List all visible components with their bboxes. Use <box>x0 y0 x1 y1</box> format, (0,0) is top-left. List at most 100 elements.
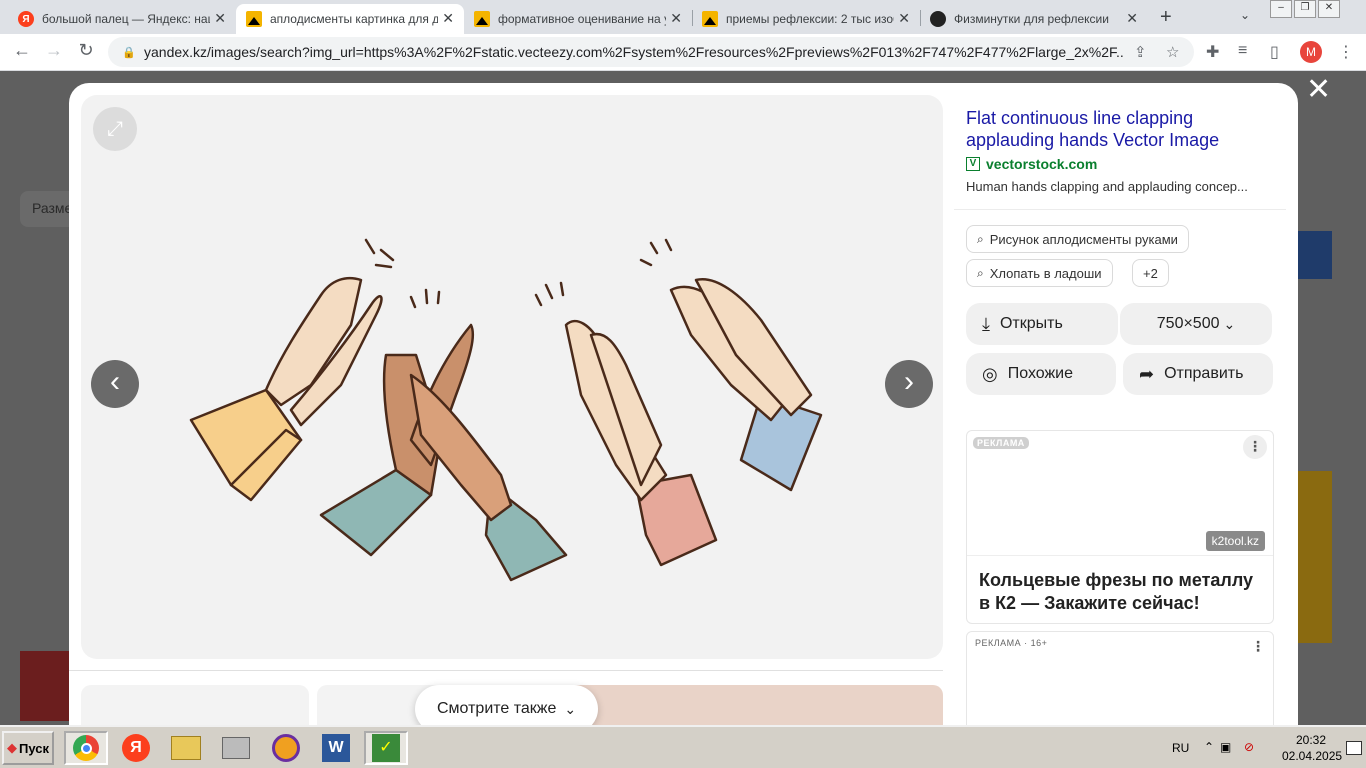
show-hidden-icons-icon[interactable]: ⌃ <box>1204 740 1214 754</box>
clapping-hands-image <box>189 238 823 582</box>
tab-4[interactable]: приемы рефлексии: 2 тыс изобр ✕ <box>692 4 920 34</box>
chrome-icon <box>73 735 99 761</box>
see-also-button[interactable]: Смотрите также ⌄ <box>415 685 599 725</box>
previous-image-button[interactable]: ‹ <box>91 360 139 408</box>
file-explorer-taskbar-button[interactable] <box>164 731 208 765</box>
search-icon: ⌕ <box>977 231 984 246</box>
divider <box>69 670 943 671</box>
background-thumbnail[interactable] <box>1298 471 1332 643</box>
close-tab-icon[interactable]: ✕ <box>898 10 910 27</box>
image-icon <box>702 11 718 27</box>
tab-search-icon[interactable]: ⌄ <box>1240 8 1250 22</box>
fullscreen-icon[interactable]: ⤢ <box>93 107 137 151</box>
background-thumbnail[interactable] <box>20 651 70 721</box>
tab-title: большой палец — Яндекс: нашё <box>42 12 210 26</box>
open-label: Открыть <box>999 315 1063 332</box>
source-site-link[interactable]: V vectorstock.com <box>966 156 1097 172</box>
ad-brand-badge[interactable]: k2tool.kz <box>1205 531 1265 551</box>
clock[interactable]: 20:32 02.04.2025 <box>1282 732 1342 764</box>
windows-taskbar: ◆ Пуск Я W ✓ RU ⌃ ▣ ⊘ 20:32 02.04.2025 <box>0 725 1366 768</box>
next-image-button[interactable]: › <box>885 360 933 408</box>
tab-3[interactable]: формативное оценивание на ур ✕ <box>464 4 692 34</box>
download-icon: ⤓ <box>982 313 990 334</box>
ad-headline[interactable]: Кольцевые фрезы по металлу в К2 — Закажи… <box>979 569 1263 615</box>
vectorstock-icon: V <box>966 157 980 171</box>
close-tab-icon[interactable]: ✕ <box>214 10 226 27</box>
chip-label: Рисунок аплодисменты руками <box>989 231 1178 247</box>
reading-list-icon[interactable]: ≡ <box>1238 42 1247 60</box>
menu-kebab-icon[interactable]: ⋮ <box>1338 42 1354 62</box>
openai-icon <box>930 11 946 27</box>
tab-5[interactable]: Физминутки для рефлексии ✕ <box>920 4 1148 34</box>
chrome-taskbar-button[interactable] <box>64 731 108 765</box>
share-page-icon[interactable]: ⇪ <box>1134 43 1147 61</box>
chip-label: +2 <box>1143 265 1158 281</box>
share-button[interactable]: ➦ Отправить <box>1123 353 1273 395</box>
share-label: Отправить <box>1164 365 1244 382</box>
side-panel-icon[interactable]: ▯ <box>1270 42 1279 62</box>
see-also-label: Смотрите также <box>437 700 557 717</box>
close-tab-icon[interactable]: ✕ <box>442 10 454 27</box>
ad-menu-icon[interactable]: ⋮ <box>1243 435 1267 459</box>
extensions-icon[interactable]: ✚ <box>1206 42 1219 62</box>
tab-strip: Я большой палец — Яндекс: нашё ✕ аплодис… <box>0 0 1366 34</box>
size-select-button[interactable]: 750×500 ⌄ <box>1120 303 1272 345</box>
tab-1[interactable]: Я большой палец — Яндекс: нашё ✕ <box>8 4 236 34</box>
ad-menu-icon[interactable]: ⋮ <box>1251 638 1265 655</box>
yandex-icon: Я <box>18 11 34 27</box>
printer-taskbar-button[interactable] <box>214 731 258 765</box>
similar-button[interactable]: ◎ Похожие <box>966 353 1116 395</box>
related-query-chip[interactable]: ⌕ Рисунок аплодисменты руками <box>966 225 1189 253</box>
start-button[interactable]: ◆ Пуск <box>2 731 54 765</box>
chip-label: Хлопать в ладоши <box>989 265 1102 281</box>
open-button[interactable]: ⤓ Открыть <box>966 303 1118 345</box>
windows-logo-icon: ◆ <box>7 740 17 755</box>
close-viewer-icon[interactable]: ✕ <box>1306 75 1331 105</box>
ad-label: РЕКЛАМА · 16+ <box>975 638 1048 648</box>
ad-card[interactable]: РЕКЛАМА · 16+ ⋮ <box>966 631 1274 725</box>
app-taskbar-button[interactable]: ✓ <box>364 731 408 765</box>
source-title-link[interactable]: Flat continuous line clapping applauding… <box>966 107 1266 151</box>
background-thumbnail[interactable] <box>1298 231 1332 279</box>
word-taskbar-button[interactable]: W <box>314 731 358 765</box>
show-desktop-icon[interactable] <box>1346 741 1362 755</box>
image-icon <box>474 11 490 27</box>
source-site-name: vectorstock.com <box>986 156 1098 172</box>
address-bar[interactable]: 🔒 yandex.kz/images/search?img_url=https%… <box>108 37 1194 67</box>
search-icon: ⌕ <box>977 265 984 280</box>
bookmark-star-icon[interactable]: ☆ <box>1166 43 1179 61</box>
close-tab-icon[interactable]: ✕ <box>1126 10 1138 27</box>
image-viewer-modal: ⤢ ‹ › Flat continuous line clapping appl… <box>69 83 1298 725</box>
similar-label: Похожие <box>1007 365 1074 382</box>
reload-icon[interactable]: ↻ <box>74 40 98 61</box>
url-text[interactable]: yandex.kz/images/search?img_url=https%3A… <box>144 44 1124 60</box>
window-close-icon[interactable]: ✕ <box>1318 0 1340 18</box>
tab-2-active[interactable]: аплодисменты картинка для дет ✕ <box>236 4 464 34</box>
clipboard-icon[interactable]: ▣ <box>1220 740 1231 754</box>
network-icon[interactable]: ⊘ <box>1244 740 1254 754</box>
yandex-browser-taskbar-button[interactable]: Я <box>114 731 158 765</box>
back-icon[interactable]: ← <box>10 40 34 61</box>
checkmark-app-icon: ✓ <box>372 734 400 762</box>
language-indicator[interactable]: RU <box>1172 741 1189 755</box>
restore-icon[interactable]: ❐ <box>1294 0 1316 18</box>
forward-icon[interactable]: → <box>42 40 66 61</box>
profile-avatar[interactable]: M <box>1300 41 1322 63</box>
related-image-thumbnail[interactable] <box>81 685 309 725</box>
app-taskbar-button[interactable] <box>264 731 308 765</box>
share-arrow-icon: ➦ <box>1139 363 1155 384</box>
more-chips-button[interactable]: +2 <box>1132 259 1169 287</box>
image-info-panel: Flat continuous line clapping applauding… <box>954 95 1286 410</box>
close-tab-icon[interactable]: ✕ <box>670 10 682 27</box>
ad-card[interactable]: РЕКЛАМА ⋮ k2tool.kz Кольцевые фрезы по м… <box>966 430 1274 624</box>
new-tab-icon[interactable]: + <box>1160 6 1172 29</box>
search-results-backdrop: Разме ⤢ ‹ › Flat continuous line clappin… <box>0 71 1366 725</box>
divider <box>967 555 1273 556</box>
divider <box>954 209 1286 210</box>
start-label: Пуск <box>19 740 49 756</box>
minimize-icon[interactable]: – <box>1270 0 1292 18</box>
related-query-chip[interactable]: ⌕ Хлопать в ладоши <box>966 259 1113 287</box>
lock-icon[interactable]: 🔒 <box>122 46 136 59</box>
tab-title: аплодисменты картинка для дет <box>270 12 438 26</box>
camera-search-icon: ◎ <box>982 363 998 384</box>
